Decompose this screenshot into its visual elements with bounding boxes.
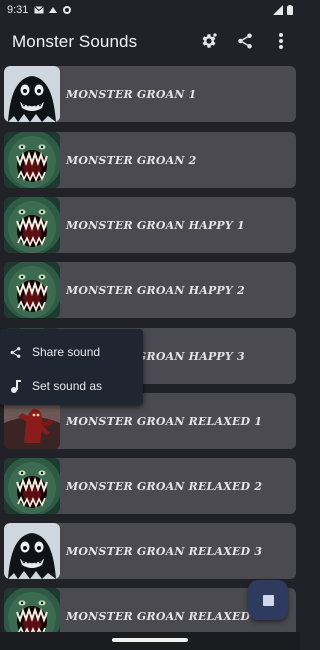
more-options-button[interactable] bbox=[270, 32, 292, 54]
sound-thumbnail bbox=[4, 197, 60, 253]
sound-row[interactable]: MONSTER GROAN 2 bbox=[4, 132, 296, 188]
status-time: 9:31 bbox=[7, 4, 29, 16]
sound-row[interactable]: MONSTER GROAN RELAXED 3 bbox=[4, 523, 296, 579]
signal-icon bbox=[273, 5, 283, 15]
sound-row[interactable]: MONSTER GROAN RELAXED 2 bbox=[4, 458, 296, 514]
settings-icon bbox=[200, 32, 218, 54]
menu-item-share-sound[interactable]: Share sound bbox=[0, 335, 143, 369]
stop-button[interactable] bbox=[248, 580, 288, 620]
sound-row[interactable]: MONSTER GROAN HAPPY 1 bbox=[4, 197, 296, 253]
more-vert-icon bbox=[278, 32, 284, 54]
sound-label: MONSTER GROAN HAPPY 2 bbox=[66, 283, 245, 297]
settings-button[interactable] bbox=[198, 32, 220, 54]
menu-item-label: Share sound bbox=[32, 345, 101, 359]
sound-thumbnail bbox=[4, 458, 60, 514]
sound-label: MONSTER GROAN RELAXED 3 bbox=[66, 544, 263, 558]
sound-thumbnail bbox=[4, 262, 60, 318]
sound-thumbnail bbox=[4, 66, 60, 122]
sound-label: MONSTER GROAN RELAXED 1 bbox=[66, 414, 263, 428]
sound-row[interactable]: MONSTER GROAN 1 bbox=[4, 66, 296, 122]
sound-label: MONSTER GROAN 2 bbox=[66, 153, 197, 167]
app-bar-actions bbox=[198, 32, 292, 54]
status-left: 9:31 bbox=[7, 4, 72, 16]
sound-label: MONSTER GROAN RELAXED 4 bbox=[66, 609, 263, 623]
menu-item-label: Set sound as bbox=[32, 379, 103, 393]
mail-icon bbox=[34, 5, 45, 15]
menu-item-set-sound-as[interactable]: Set sound as bbox=[0, 369, 143, 403]
share-icon bbox=[236, 32, 254, 54]
sound-label: MONSTER GROAN HAPPY 1 bbox=[66, 218, 245, 232]
sound-label: MONSTER GROAN RELAXED 2 bbox=[66, 479, 263, 493]
context-menu: Share sound Set sound as bbox=[0, 329, 143, 405]
share-app-button[interactable] bbox=[234, 32, 256, 54]
status-right bbox=[273, 5, 293, 15]
share-icon bbox=[8, 345, 22, 359]
sound-label: MONSTER GROAN 1 bbox=[66, 87, 197, 101]
sync-icon bbox=[62, 5, 72, 15]
sound-row[interactable]: MONSTER GROAN HAPPY 2 bbox=[4, 262, 296, 318]
cast-icon bbox=[48, 5, 58, 15]
stop-icon bbox=[262, 594, 274, 606]
app-bar: Monster Sounds bbox=[0, 24, 300, 60]
app-title: Monster Sounds bbox=[12, 32, 138, 51]
battery-icon bbox=[287, 5, 293, 15]
status-bar: 9:31 bbox=[0, 0, 300, 20]
music-note-icon bbox=[8, 379, 22, 393]
sound-thumbnail bbox=[4, 132, 60, 188]
home-indicator[interactable] bbox=[112, 638, 188, 642]
sound-thumbnail bbox=[4, 523, 60, 579]
